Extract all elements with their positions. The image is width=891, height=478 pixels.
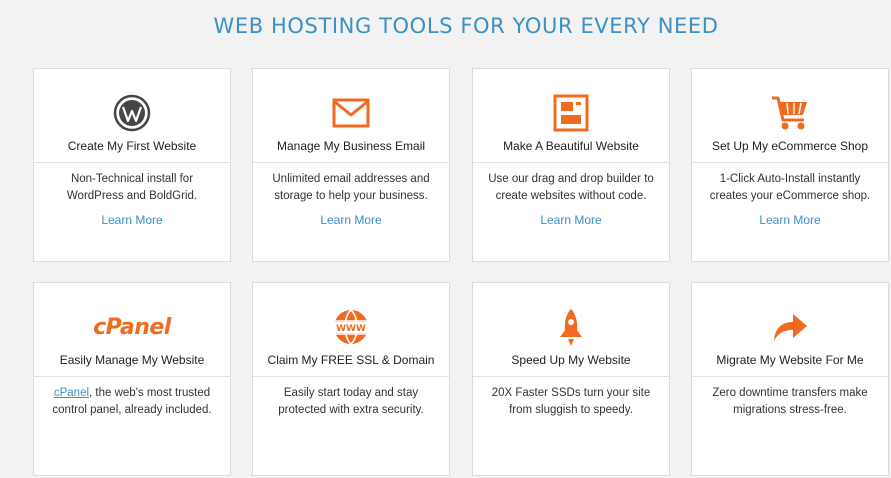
card-description: Easily start today and stay protected wi… bbox=[278, 387, 424, 416]
card-title: Migrate My Website For Me bbox=[716, 353, 864, 367]
card-header: Manage My Business Email bbox=[253, 69, 449, 163]
learn-more-link[interactable]: Learn More bbox=[34, 213, 230, 227]
page-builder-icon bbox=[549, 91, 593, 135]
card-title: Easily Manage My Website bbox=[59, 353, 205, 367]
card-manage-website[interactable]: cPanel Easily Manage My Website cPanel, … bbox=[33, 282, 231, 476]
card-title: Create My First Website bbox=[67, 139, 197, 153]
rocket-icon bbox=[549, 305, 593, 349]
card-title: Claim My FREE SSL & Domain bbox=[267, 353, 435, 367]
card-ecommerce-shop[interactable]: Set Up My eCommerce Shop 1-Click Auto-In… bbox=[691, 68, 889, 262]
svg-text:WWW: WWW bbox=[336, 324, 366, 334]
card-description: Use our drag and drop builder to create … bbox=[488, 173, 654, 202]
card-create-website[interactable]: Create My First Website Non-Technical in… bbox=[33, 68, 231, 262]
cpanel-logo: cPanel bbox=[77, 305, 187, 349]
card-header: Speed Up My Website bbox=[473, 283, 669, 377]
learn-more-link[interactable]: Learn More bbox=[253, 213, 449, 227]
card-title: Speed Up My Website bbox=[511, 353, 631, 367]
envelope-icon bbox=[329, 91, 373, 135]
card-business-email[interactable]: Manage My Business Email Unlimited email… bbox=[252, 68, 450, 262]
card-header: Set Up My eCommerce Shop bbox=[692, 69, 888, 163]
card-speed-website[interactable]: Speed Up My Website 20X Faster SSDs turn… bbox=[472, 282, 670, 476]
card-title: Make A Beautiful Website bbox=[503, 139, 639, 153]
cpanel-link[interactable]: cPanel bbox=[54, 387, 89, 399]
card-title: Set Up My eCommerce Shop bbox=[711, 139, 869, 153]
card-description: Zero downtime transfers make migrations … bbox=[712, 387, 868, 416]
arrow-forward-icon bbox=[768, 305, 812, 349]
card-migrate-website[interactable]: Migrate My Website For Me Zero downtime … bbox=[691, 282, 889, 476]
card-title: Manage My Business Email bbox=[276, 139, 426, 153]
wordpress-icon bbox=[110, 91, 154, 135]
card-beautiful-website[interactable]: Make A Beautiful Website Use our drag an… bbox=[472, 68, 670, 262]
www-globe-icon: WWW bbox=[329, 305, 373, 349]
card-header: cPanel Easily Manage My Website bbox=[34, 283, 230, 377]
learn-more-link[interactable]: Learn More bbox=[692, 213, 888, 227]
card-description: 1-Click Auto-Install instantly creates y… bbox=[709, 173, 871, 202]
card-description: 20X Faster SSDs turn your site from slug… bbox=[491, 387, 651, 416]
card-description: Unlimited email addresses and storage to… bbox=[272, 173, 430, 202]
learn-more-link[interactable]: Learn More bbox=[473, 213, 669, 227]
card-header: Create My First Website bbox=[34, 69, 230, 163]
card-description: cPanel, the web's most trusted control p… bbox=[34, 377, 230, 419]
card-header: Make A Beautiful Website bbox=[473, 69, 669, 163]
card-header: WWW Claim My FREE SSL & Domain bbox=[253, 283, 449, 377]
card-header: Migrate My Website For Me bbox=[692, 283, 888, 377]
cpanel-logo-text: cPanel bbox=[93, 314, 171, 340]
shopping-cart-icon bbox=[768, 91, 812, 135]
card-ssl-domain[interactable]: WWW Claim My FREE SSL & Domain Easily st… bbox=[252, 282, 450, 476]
card-description: Non-Technical install for WordPress and … bbox=[66, 173, 198, 202]
section-title: WEB HOSTING TOOLS FOR YOUR EVERY NEED bbox=[213, 14, 719, 38]
